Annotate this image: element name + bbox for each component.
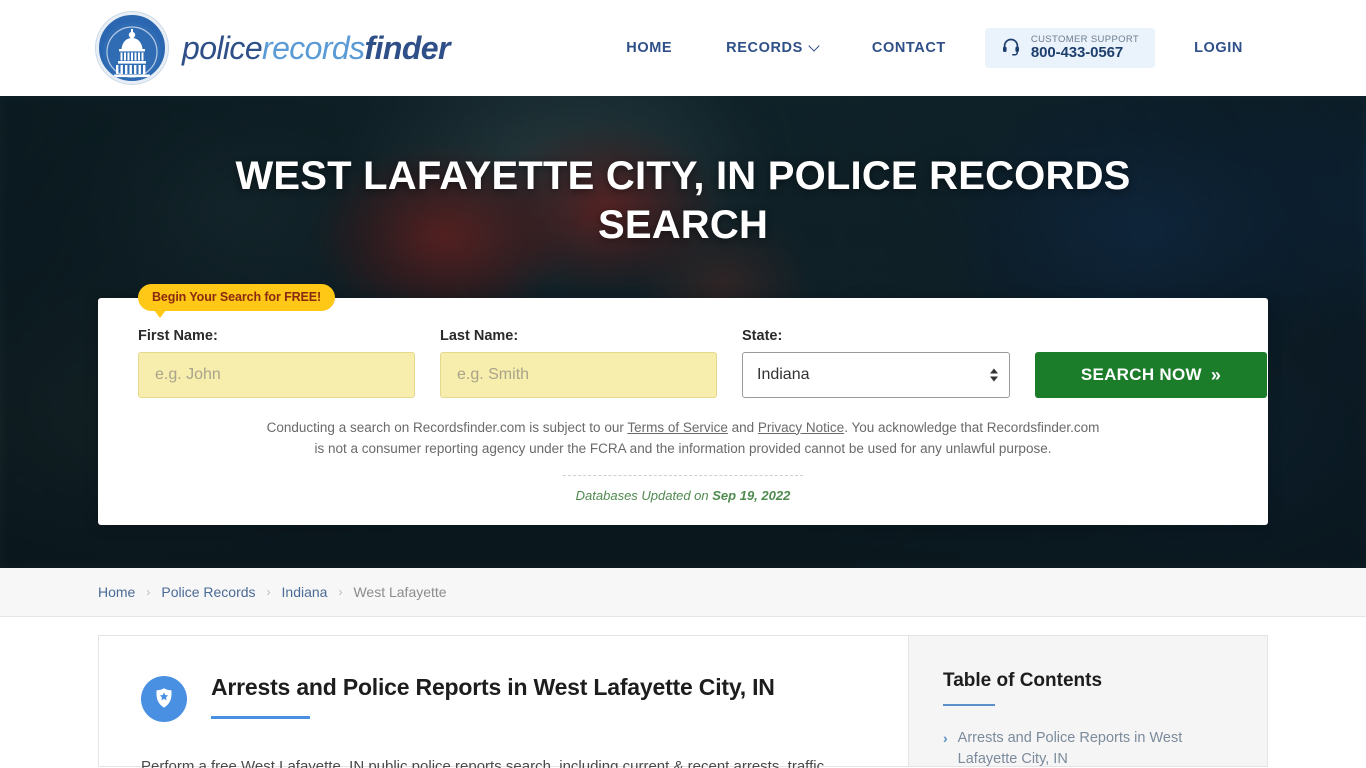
databases-updated-note: Databases Updated on Sep 19, 2022 [138, 475, 1228, 503]
site-header: policerecordsfinder HOME RECORDS CONTACT… [0, 0, 1366, 96]
hero-content: WEST LAFAYETTE CITY, IN POLICE RECORDS S… [98, 96, 1268, 526]
free-search-badge: Begin Your Search for FREE! [138, 283, 336, 318]
brand-word-records: records [262, 29, 365, 66]
first-name-label: First Name: [138, 327, 218, 344]
search-form-card: Begin Your Search for FREE! First Name: … [98, 283, 1268, 526]
breadcrumb-item-police-records[interactable]: Police Records [161, 584, 255, 600]
toc-underline [943, 704, 995, 706]
chevron-down-icon [808, 40, 820, 52]
state-select-wrapper: Indiana [742, 351, 1010, 398]
nav-records[interactable]: RECORDS [699, 30, 845, 66]
last-name-field-group: Last Name: [440, 328, 717, 398]
content-area: Arrests and Police Reports in West Lafay… [98, 617, 1268, 768]
breadcrumb-item-home[interactable]: Home [98, 584, 135, 600]
heading-underline [211, 715, 310, 719]
breadcrumb-item-west-lafayette: West Lafayette [353, 584, 447, 600]
nav-login-label: LOGIN [1194, 40, 1243, 56]
hero-section: WEST LAFAYETTE CITY, IN POLICE RECORDS S… [0, 96, 1366, 568]
page-title: WEST LAFAYETTE CITY, IN POLICE RECORDS S… [235, 154, 1131, 247]
article-header: Arrests and Police Reports in West Lafay… [141, 674, 866, 722]
first-name-field-group: First Name: [138, 328, 415, 398]
terms-of-service-link[interactable]: Terms of Service [627, 420, 728, 435]
privacy-notice-link[interactable]: Privacy Notice [758, 420, 844, 435]
search-disclaimer: Conducting a search on Recordsfinder.com… [263, 418, 1103, 460]
list-item[interactable]: › Arrests and Police Reports in West Laf… [943, 728, 1233, 768]
state-select[interactable]: Indiana [742, 351, 1010, 398]
people-search-form: First Name: Last Name: State: Indiana [138, 328, 1267, 398]
breadcrumb: Home › Police Records › Indiana › West L… [98, 584, 1268, 600]
headset-icon [1001, 36, 1021, 61]
police-badge-icon [141, 676, 187, 722]
chevron-right-icon: › [338, 585, 343, 599]
nav-home[interactable]: HOME [599, 30, 699, 66]
first-name-input[interactable] [138, 351, 415, 398]
breadcrumb-item-indiana[interactable]: Indiana [282, 584, 328, 600]
state-field-group: State: Indiana [742, 328, 1010, 398]
customer-support-button[interactable]: CUSTOMER SUPPORT 800-433-0567 [984, 28, 1156, 68]
breadcrumb-bar: Home › Police Records › Indiana › West L… [0, 568, 1366, 617]
support-text-block: CUSTOMER SUPPORT 800-433-0567 [1031, 35, 1139, 61]
main-navigation: HOME RECORDS CONTACT CUSTOMER SUPPORT 80… [599, 28, 1270, 68]
chevron-right-icon: › [146, 585, 151, 599]
article-card: Arrests and Police Reports in West Lafay… [98, 635, 908, 768]
capitol-dome-icon [96, 12, 168, 84]
search-now-label: SEARCH NOW [1080, 364, 1202, 384]
chevron-right-icon: › [943, 730, 948, 746]
chevron-right-icon: › [266, 585, 271, 599]
article-heading: Arrests and Police Reports in West Lafay… [211, 674, 775, 700]
double-chevron-right-icon: » [1210, 364, 1222, 385]
nav-contact-label: CONTACT [871, 40, 946, 56]
nav-contact[interactable]: CONTACT [845, 30, 973, 66]
toc-link-arrests-and-police-reports[interactable]: Arrests and Police Reports in West Lafay… [958, 728, 1233, 768]
toc-list: › Arrests and Police Reports in West Laf… [943, 728, 1233, 768]
toc-title: Table of Contents [943, 670, 1103, 691]
article-paragraph: Perform a free West Lafayette, IN public… [141, 758, 825, 768]
updated-date: Sep 19, 2022 [712, 488, 791, 504]
support-phone: 800-433-0567 [1030, 44, 1124, 62]
last-name-label: Last Name: [440, 327, 519, 344]
brand-word-police: police [182, 29, 263, 66]
nav-home-label: HOME [626, 40, 673, 56]
brand-word-finder: finder [364, 29, 451, 66]
search-now-button[interactable]: SEARCH NOW » [1035, 351, 1267, 398]
disclaimer-text-2: and [727, 419, 758, 435]
updated-prefix: Databases Updated on [575, 488, 713, 504]
disclaimer-text-1: Conducting a search on Recordsfinder.com… [266, 419, 628, 435]
state-label: State: [742, 327, 783, 344]
article-heading-block: Arrests and Police Reports in West Lafay… [211, 674, 866, 719]
last-name-input[interactable] [440, 351, 717, 398]
table-of-contents-panel: Table of Contents › Arrests and Police R… [908, 635, 1268, 767]
nav-records-label: RECORDS [726, 40, 803, 56]
nav-login[interactable]: LOGIN [1167, 30, 1270, 66]
brand-wordmark: policerecordsfinder [182, 30, 450, 67]
brand-logo[interactable]: policerecordsfinder [96, 12, 450, 84]
